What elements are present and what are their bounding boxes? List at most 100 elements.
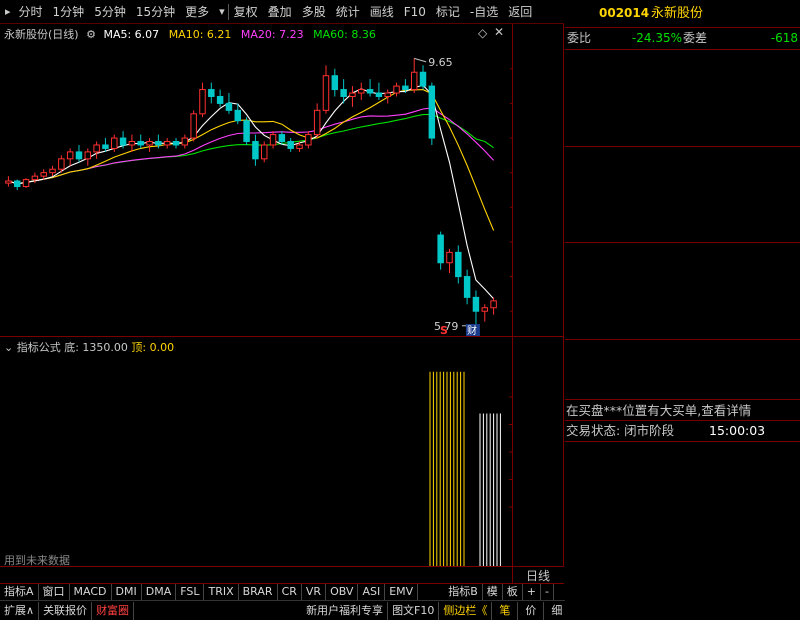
candle-body [146,141,153,146]
indicator-tab[interactable]: MACD [70,584,112,600]
candle-body [278,134,286,143]
candle-body [243,120,250,143]
stat-row [565,341,800,360]
candle-body [181,137,189,146]
candle-body [22,179,30,188]
promo-link[interactable]: 新用户福利专享 [302,601,389,620]
indicator-tab[interactable]: 模 [483,584,503,600]
candle-body [252,141,259,160]
dropdown-icon[interactable]: ▸ [0,5,14,18]
weibi-label: 委比 [567,31,592,45]
tab-timeshare[interactable]: 分时 [14,0,48,24]
candle-body [472,296,480,312]
candle-body [419,71,427,87]
candle-body [402,85,409,91]
bid-row [565,224,800,243]
ask-row [565,89,800,108]
tab-5min[interactable]: 5分钟 [89,0,131,24]
draw-line-button[interactable]: 画线 [365,0,399,24]
date-axis [0,568,512,582]
remove-watchlist-button[interactable]: -自选 [465,0,503,24]
candle-body [331,75,339,91]
indicator-tab[interactable]: - [541,584,554,600]
chevron-down-icon[interactable]: ⌄ [4,341,13,354]
candle-body [199,89,206,115]
indicator-tab[interactable]: VR [302,584,327,600]
overlay-button[interactable]: 叠加 [263,0,297,24]
indicator-tab[interactable]: 板 [503,584,523,600]
candle-body [31,175,39,181]
f10-button[interactable]: F10 [399,0,431,24]
more-button[interactable]: 更多 [180,0,214,24]
indicator-tab[interactable]: 窗口 [39,584,70,600]
candle-body [13,180,21,188]
side-tab[interactable]: 笔 [492,601,519,620]
stat-row [565,282,800,301]
trade-status: 交易状态: 闭市阶段 [566,423,675,438]
statistics-button[interactable]: 统计 [331,0,365,24]
candle-body [102,144,109,149]
bottom-tab[interactable]: 关联报价 [39,601,93,620]
candle-body [172,141,180,146]
close-icon[interactable]: ✕ [494,25,504,39]
indicator-tab[interactable]: DMI [112,584,142,600]
indicator-title[interactable]: 指标公式 [17,341,61,354]
candle-body [296,144,303,149]
indicator-tab[interactable]: CR [278,584,302,600]
indicator-tab[interactable]: TRIX [204,584,239,600]
divider [565,242,800,243]
indicator-tab[interactable]: OBV [326,584,359,600]
back-button[interactable]: 返回 [503,0,537,24]
big-order-notice[interactable]: 在买盘***位置有大买单,查看详情 [566,401,751,420]
weibi-value: -24.35% [631,31,682,45]
candle-body [305,134,312,146]
chevron-down-icon[interactable]: ▾ [214,5,228,18]
indicator-tab[interactable]: BRAR [239,584,278,600]
ma20-line [8,107,495,185]
side-tab[interactable]: 侧边栏《 [439,601,493,620]
multi-stock-button[interactable]: 多股 [297,0,331,24]
indicator-tab[interactable]: FSL [176,584,205,600]
indicator-header: ⌄ 指标公式 底: 1350.00 顶: 0.00 [4,339,174,355]
candle-body [366,89,374,94]
candle-body [208,89,215,97]
restore-rights-button[interactable]: 复权 [229,0,263,24]
period-label[interactable]: 日线 [526,567,550,584]
stat-row [565,379,800,398]
notice-row[interactable]: 在买盘***位置有大买单,查看详情 [565,401,800,420]
tab-1min[interactable]: 1分钟 [48,0,90,24]
candle-body [340,89,347,97]
bottom-tab[interactable]: 扩展∧ [0,601,40,620]
bid-row [565,186,800,205]
side-tab[interactable]: 价 [518,601,545,620]
mark-button[interactable]: 标记 [431,0,465,24]
bottom-tab[interactable]: 财富圈 [92,601,135,620]
stock-header: 002014 永新股份 [565,4,800,24]
indicator-chart[interactable] [0,354,512,566]
candle-body [5,180,12,184]
indicator-tab[interactable]: EMV [385,584,419,600]
indicator-tab[interactable]: 指标B [444,584,483,600]
status-row: 交易状态: 闭市阶段 15:00:03 [565,421,800,440]
indicator-tab[interactable]: ASI [358,584,386,600]
candle-body [410,71,418,91]
candle-body [190,113,197,139]
weicha-value: -618 [770,31,798,45]
diamond-icon[interactable]: ◇ [478,26,487,40]
pane-divider [0,336,564,337]
stat-row [565,244,800,263]
bid-row [565,148,800,167]
indicator-tab[interactable]: + [523,584,541,600]
ask-row [565,51,800,70]
indicator-ding: 顶: 0.00 [131,341,175,354]
side-tab[interactable]: 图文F10 [388,601,440,620]
indicator-tab[interactable]: 指标A [0,584,39,600]
candle-body [66,151,74,160]
indicator-tab[interactable]: DMA [142,584,177,600]
tab-15min[interactable]: 15分钟 [131,0,180,24]
divider [565,339,800,340]
candle-body [75,151,83,160]
kline-chart[interactable]: 9.655.79S 财 [0,40,512,336]
weicha-label: 委差 [683,31,708,45]
candle-body [437,234,444,264]
